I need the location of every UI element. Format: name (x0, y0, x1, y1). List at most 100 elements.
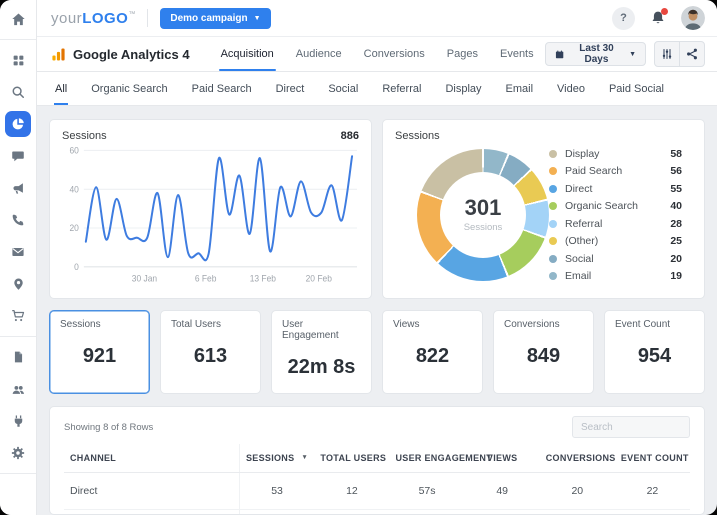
legend-item[interactable]: Paid Search 56 (549, 165, 682, 177)
location-pin-icon[interactable] (5, 271, 31, 297)
channel-filter-tab[interactable]: Video (545, 72, 597, 105)
legend-item[interactable]: Organic Search 40 (549, 200, 682, 212)
chevron-down-icon: ▼ (254, 15, 261, 22)
megaphone-icon[interactable] (5, 175, 31, 201)
phone-icon[interactable] (5, 207, 31, 233)
campaign-selector-button[interactable]: Demo campaign ▼ (160, 8, 270, 29)
document-icon[interactable] (5, 344, 31, 370)
channel-filter-tab[interactable]: Referral (370, 72, 433, 105)
svg-text:6 Feb: 6 Feb (195, 273, 217, 283)
column-header[interactable]: SESSIONS▼ (239, 444, 314, 473)
legend-dot (549, 185, 557, 193)
channel-filter-tab[interactable]: Paid Search (180, 72, 264, 105)
channel-filter-tab[interactable]: Organic Search (79, 72, 179, 105)
sessions-line-chart[interactable]: 020406030 Jan6 Feb13 Feb20 Feb (62, 142, 359, 288)
legend-value: 25 (670, 235, 682, 247)
ga-report-tab[interactable]: Events (489, 37, 545, 71)
search-icon[interactable] (5, 79, 31, 105)
sidebar (0, 0, 37, 515)
kpi-card[interactable]: Event Count 954 (604, 310, 705, 394)
donut-center-value: 301 (465, 197, 502, 219)
ga-report-tab[interactable]: Pages (436, 37, 489, 71)
table-search-input[interactable] (572, 416, 690, 438)
filter-settings-button[interactable] (655, 42, 679, 66)
table-cell: 12 (314, 473, 389, 510)
table-cell: Social (64, 510, 239, 515)
help-button[interactable]: ? (612, 7, 635, 30)
donut-center-label: Sessions (464, 222, 503, 233)
sort-caret-icon: ▼ (301, 454, 308, 461)
kpi-value: 822 (393, 345, 472, 368)
legend-value: 56 (670, 165, 682, 177)
ga-title: Google Analytics 4 (73, 47, 190, 62)
sessions-donut-chart[interactable]: 301 Sessions (417, 149, 549, 281)
legend-item[interactable]: Referral 28 (549, 218, 682, 230)
channel-filter-tab[interactable]: Display (433, 72, 493, 105)
date-range-button[interactable]: Last 30 Days ▼ (545, 42, 646, 66)
channel-filter-tab[interactable]: All (43, 72, 79, 105)
kpi-card[interactable]: Sessions 921 (49, 310, 150, 394)
legend-item[interactable]: Direct 55 (549, 183, 682, 195)
share-icon (686, 48, 698, 60)
users-icon[interactable] (5, 376, 31, 402)
settings-gear-icon[interactable] (5, 440, 31, 466)
kpi-card[interactable]: User Engagement 22m 8s (271, 310, 372, 394)
charts-row: Sessions 886 020406030 Jan6 Feb13 Feb20 … (49, 119, 705, 299)
kpi-value: 22m 8s (282, 356, 361, 379)
table-row[interactable]: Social522648s292056 (64, 510, 690, 515)
analytics-pie-icon[interactable] (5, 111, 31, 137)
ga-nav: Google Analytics 4 AcquisitionAudienceCo… (37, 37, 717, 72)
share-button[interactable] (679, 42, 704, 66)
table-cell: 52 (239, 510, 314, 515)
svg-text:0: 0 (74, 262, 79, 272)
ga-report-tab[interactable]: Acquisition (210, 37, 285, 71)
chat-icon[interactable] (5, 143, 31, 169)
toolbar-button-group (654, 41, 705, 67)
kpi-card[interactable]: Total Users 613 (160, 310, 261, 394)
ga-report-tab[interactable]: Audience (285, 37, 353, 71)
plug-icon[interactable] (5, 408, 31, 434)
ga-title-wrap: Google Analytics 4 (51, 47, 190, 62)
table-cell: 29 (465, 510, 540, 515)
channel-filter-tab[interactable]: Email (494, 72, 546, 105)
legend-item[interactable]: Display 58 (549, 148, 682, 160)
column-header[interactable]: CONVERSIONS (540, 444, 615, 473)
table-cell: 48s (390, 510, 465, 515)
column-header[interactable]: EVENT COUNT (615, 444, 690, 473)
table-cell: 53 (239, 473, 314, 510)
legend-item[interactable]: Social 20 (549, 253, 682, 265)
kpi-card[interactable]: Views 822 (382, 310, 483, 394)
legend-item[interactable]: Email 19 (549, 270, 682, 282)
donut-chart-header: Sessions (395, 130, 692, 142)
channel-filter-tab[interactable]: Paid Social (597, 72, 676, 105)
legend-item[interactable]: (Other) 25 (549, 235, 682, 247)
screenshot-stage: your LOGO ™ Demo campaign ▼ ? (0, 0, 717, 515)
column-header[interactable]: USER ENGAGEMENT (390, 444, 465, 473)
avatar[interactable] (681, 6, 705, 30)
mail-icon[interactable] (5, 239, 31, 265)
column-header[interactable]: CHANNEL (64, 444, 239, 473)
table-cell: 20 (540, 510, 615, 515)
svg-text:60: 60 (69, 145, 79, 155)
date-range-label: Last 30 Days (571, 43, 622, 65)
apps-grid-icon[interactable] (5, 47, 31, 73)
table-header-row: CHANNELSESSIONS▼TOTAL USERSUSER ENGAGEME… (64, 444, 690, 473)
table-cell: 56 (615, 510, 690, 515)
sidebar-divider (0, 39, 36, 40)
ga-report-tab[interactable]: Conversions (353, 37, 436, 71)
donut-chart-body: 301 Sessions Display 58 (395, 142, 692, 288)
channel-filter-tab[interactable]: Social (316, 72, 370, 105)
donut-center: 301 Sessions (440, 172, 526, 258)
google-analytics-icon (51, 47, 66, 62)
kpi-card[interactable]: Conversions 849 (493, 310, 594, 394)
table-row[interactable]: Direct531257s492022 (64, 473, 690, 510)
kpi-value: 849 (504, 345, 583, 368)
logo[interactable]: your LOGO ™ (51, 10, 135, 27)
table-header: CHANNELSESSIONS▼TOTAL USERSUSER ENGAGEME… (64, 444, 690, 473)
shopping-cart-icon[interactable] (5, 303, 31, 329)
notifications-button[interactable] (650, 10, 666, 26)
table-body: Direct531257s492022Social522648s292056 (64, 473, 690, 515)
channel-filter-tab[interactable]: Direct (264, 72, 317, 105)
home-icon[interactable] (5, 6, 31, 32)
column-header[interactable]: TOTAL USERS (314, 444, 389, 473)
